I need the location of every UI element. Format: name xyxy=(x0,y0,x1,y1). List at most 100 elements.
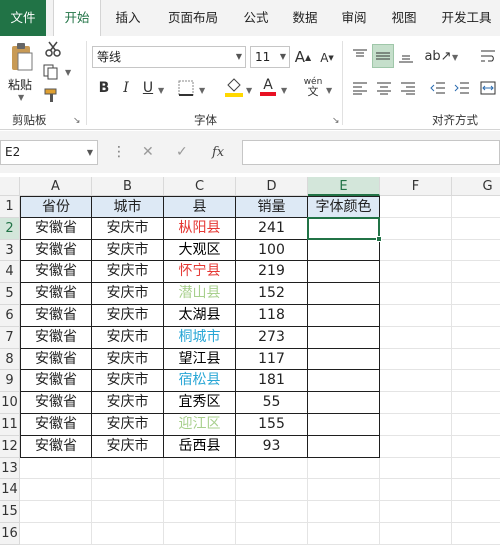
table-cell-province[interactable]: 安徽省 xyxy=(20,217,92,240)
cell[interactable] xyxy=(92,479,164,502)
table-cell-county[interactable]: 怀宁县 xyxy=(164,261,236,284)
table-header-cell[interactable]: 销量 xyxy=(236,196,308,218)
wrap-text-icon[interactable] xyxy=(478,46,498,66)
cell[interactable] xyxy=(92,457,164,480)
cell[interactable] xyxy=(452,218,500,240)
orientation-icon[interactable]: ab↗ xyxy=(424,46,451,66)
table-cell-county[interactable]: 枞阳县 xyxy=(164,217,236,240)
table-cell-city[interactable]: 安庆市 xyxy=(92,326,164,349)
cell[interactable] xyxy=(452,370,500,393)
copy-icon[interactable] xyxy=(42,63,60,81)
decrease-font-size-icon[interactable]: A ▼ xyxy=(318,48,336,68)
formula-input[interactable] xyxy=(242,140,500,165)
cell[interactable] xyxy=(308,501,380,523)
align-right-icon[interactable] xyxy=(398,78,418,98)
cell[interactable] xyxy=(20,479,92,502)
cell[interactable] xyxy=(380,196,452,218)
cell[interactable] xyxy=(380,283,452,305)
row-header-3[interactable]: 3 xyxy=(0,239,20,262)
cell[interactable] xyxy=(20,457,92,480)
underline-dropdown-icon[interactable]: ▼ xyxy=(158,86,164,95)
cell[interactable] xyxy=(20,501,92,523)
cell[interactable] xyxy=(308,457,380,480)
table-cell-sales[interactable]: 93 xyxy=(236,435,308,458)
table-cell-sales[interactable]: 181 xyxy=(236,370,308,393)
italic-button[interactable]: I xyxy=(118,78,134,98)
cell[interactable] xyxy=(452,196,500,218)
cell[interactable] xyxy=(380,392,452,414)
paste-dropdown-icon[interactable]: ▼ xyxy=(18,93,24,102)
table-cell-sales[interactable]: 117 xyxy=(236,348,308,371)
table-cell-county[interactable]: 太湖县 xyxy=(164,305,236,327)
insert-function-button[interactable]: fx xyxy=(212,140,224,165)
table-cell-county[interactable]: 潜山县 xyxy=(164,283,236,305)
row-header-1[interactable]: 1 xyxy=(0,196,20,218)
chevron-down-icon[interactable]: ▼ xyxy=(87,141,93,164)
row-header-10[interactable]: 10 xyxy=(0,392,20,414)
table-cell-county[interactable]: 宿松县 xyxy=(164,370,236,393)
cell[interactable] xyxy=(452,349,500,371)
name-box[interactable]: E2 ▼ xyxy=(0,140,98,165)
cell[interactable] xyxy=(236,501,308,523)
cell[interactable] xyxy=(452,283,500,305)
more-options-icon[interactable]: ⋮ xyxy=(112,140,126,165)
table-cell-sales[interactable]: 219 xyxy=(236,261,308,284)
table-cell-county[interactable]: 桐城市 xyxy=(164,326,236,349)
cell[interactable] xyxy=(380,414,452,436)
cell[interactable] xyxy=(380,370,452,393)
align-top-icon[interactable] xyxy=(350,46,370,66)
cell[interactable] xyxy=(308,479,380,502)
table-cell-city[interactable]: 安庆市 xyxy=(92,414,164,436)
cancel-formula-button[interactable]: ✕ xyxy=(142,140,154,165)
cell[interactable] xyxy=(452,261,500,284)
cell[interactable] xyxy=(380,435,452,458)
table-cell-font-color[interactable] xyxy=(308,370,380,393)
table-header-cell[interactable]: 县 xyxy=(164,196,236,218)
cell[interactable] xyxy=(452,392,500,414)
table-cell-county[interactable]: 岳西县 xyxy=(164,435,236,458)
fill-handle[interactable] xyxy=(376,235,382,242)
row-header-5[interactable]: 5 xyxy=(0,283,20,305)
table-cell-province[interactable]: 安徽省 xyxy=(20,261,92,284)
cell[interactable] xyxy=(164,501,236,523)
cell[interactable] xyxy=(380,501,452,523)
tab-page-layout[interactable]: 页面布局 xyxy=(158,0,228,36)
font-launcher-icon[interactable]: ↘ xyxy=(332,116,340,126)
column-header-b[interactable]: B xyxy=(92,177,164,196)
cell[interactable] xyxy=(92,523,164,545)
table-cell-county[interactable]: 望江县 xyxy=(164,348,236,371)
cell[interactable] xyxy=(452,479,500,502)
table-cell-province[interactable]: 安徽省 xyxy=(20,370,92,393)
tab-formulas[interactable]: 公式 xyxy=(236,0,276,36)
table-cell-county[interactable]: 迎江区 xyxy=(164,414,236,436)
table-cell-sales[interactable]: 55 xyxy=(236,392,308,414)
row-header-12[interactable]: 12 xyxy=(0,435,20,458)
cell[interactable] xyxy=(380,479,452,502)
table-cell-font-color[interactable] xyxy=(308,392,380,414)
column-header-d[interactable]: D xyxy=(236,177,308,196)
table-cell-province[interactable]: 安徽省 xyxy=(20,239,92,262)
table-cell-font-color[interactable] xyxy=(308,348,380,371)
phonetic-guide-icon[interactable]: wén 文 xyxy=(302,76,324,98)
paste-button-label[interactable]: 粘贴 xyxy=(8,76,32,93)
orientation-dropdown-icon[interactable]: ▼ xyxy=(452,53,458,62)
table-cell-city[interactable]: 安庆市 xyxy=(92,305,164,327)
table-cell-sales[interactable]: 118 xyxy=(236,305,308,327)
align-center-icon[interactable] xyxy=(374,78,394,98)
column-header-a[interactable]: A xyxy=(20,177,92,196)
tab-insert[interactable]: 插入 xyxy=(106,0,150,36)
font-color-dropdown-icon[interactable]: ▼ xyxy=(281,86,287,95)
cell[interactable] xyxy=(380,523,452,545)
cell[interactable] xyxy=(452,458,500,480)
chevron-down-icon[interactable]: ▼ xyxy=(280,47,286,67)
table-cell-province[interactable]: 安徽省 xyxy=(20,326,92,349)
borders-icon[interactable] xyxy=(176,78,196,98)
cell[interactable] xyxy=(164,457,236,480)
cell[interactable] xyxy=(380,261,452,284)
align-middle-icon[interactable] xyxy=(372,44,394,68)
cell[interactable] xyxy=(452,240,500,262)
cell[interactable] xyxy=(380,348,452,371)
column-header-c[interactable]: C xyxy=(164,177,236,196)
row-header-6[interactable]: 6 xyxy=(0,305,20,327)
clipboard-launcher-icon[interactable]: ↘ xyxy=(73,116,81,126)
